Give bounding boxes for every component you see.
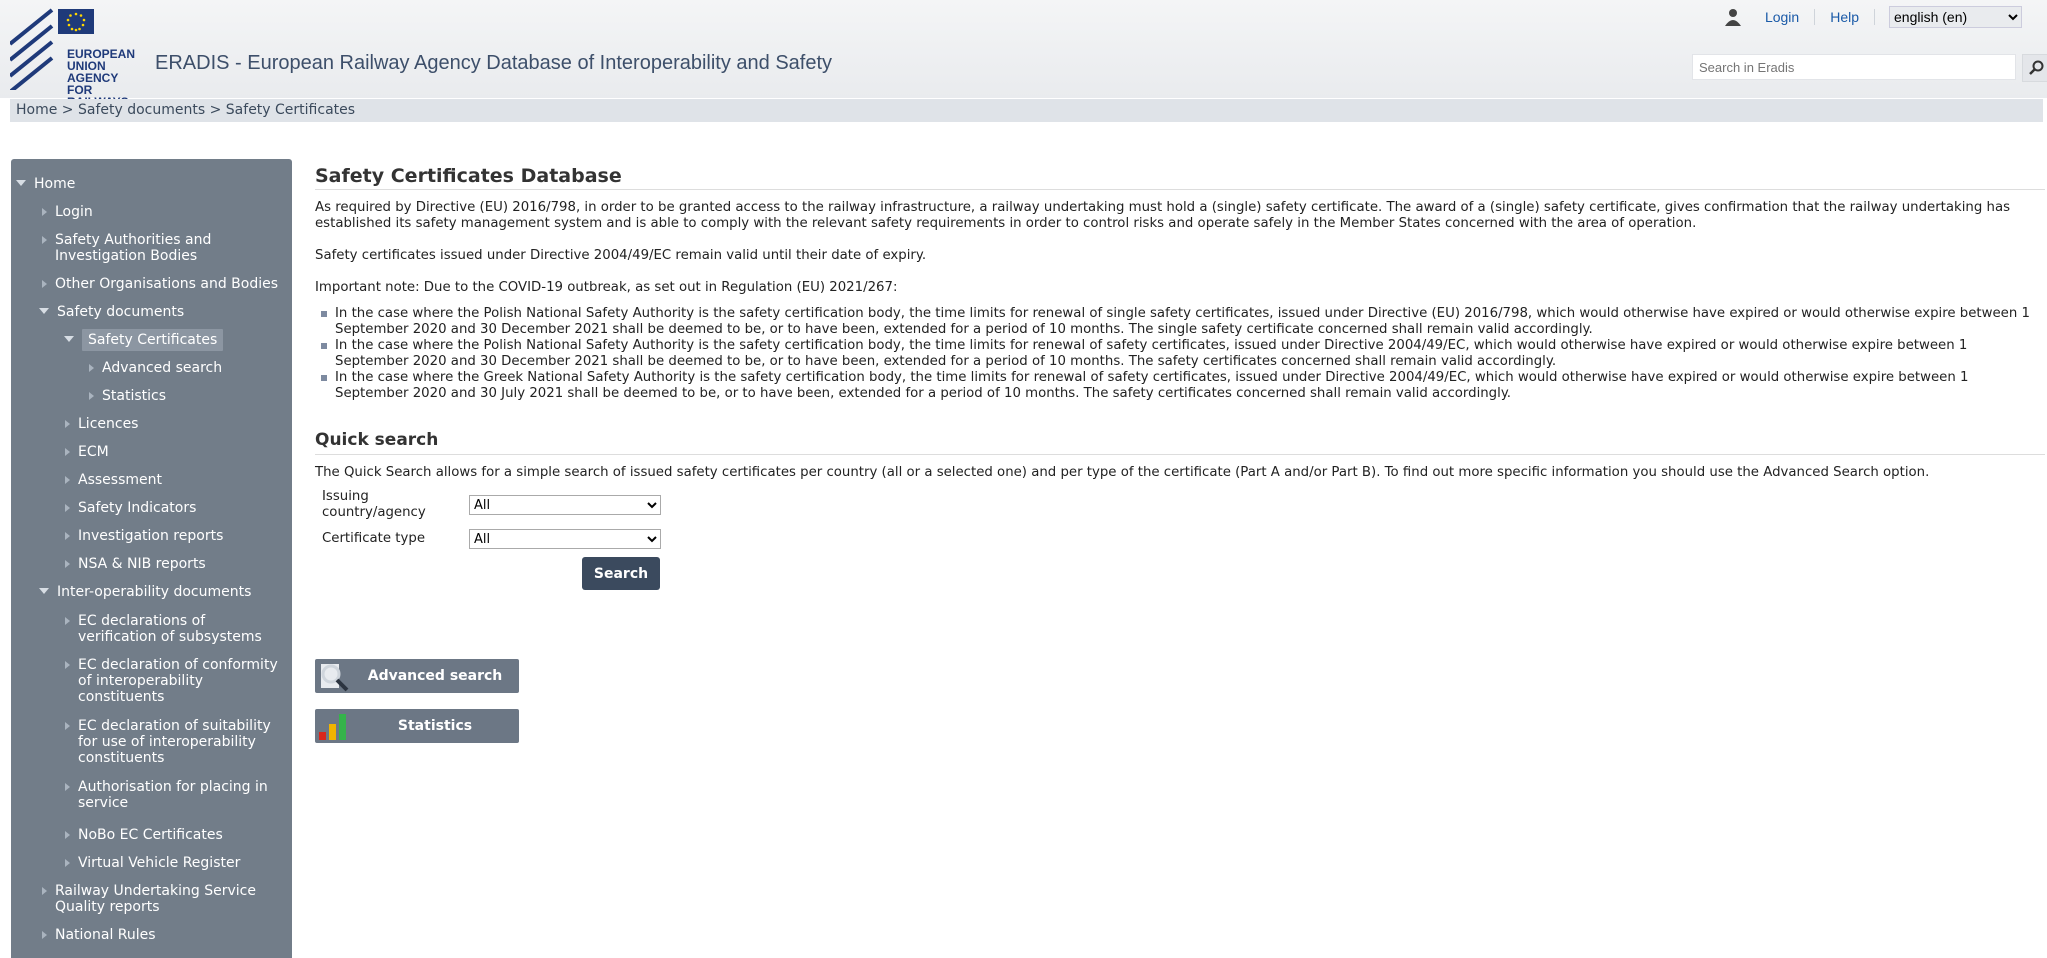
- site-search: [1692, 54, 2047, 82]
- sidebar-item-safety-authorities[interactable]: Safety Authorities and Investigation Bod…: [39, 232, 279, 264]
- breadcrumb-separator: >: [61, 102, 74, 118]
- list-item: In the case where the Polish National Sa…: [315, 306, 2045, 338]
- sidebar-item-nobo-certificates[interactable]: NoBo EC Certificates: [62, 827, 223, 843]
- collapse-arrow-icon: [65, 420, 70, 428]
- expand-arrow-icon: [39, 588, 49, 594]
- collapse-arrow-icon: [89, 364, 94, 372]
- help-link[interactable]: Help: [1815, 9, 1875, 25]
- sidebar-item-home[interactable]: Home: [16, 176, 75, 192]
- country-label: Issuing country/agency: [322, 489, 426, 520]
- collapse-arrow-icon: [42, 887, 47, 895]
- collapse-arrow-icon: [65, 831, 70, 839]
- sidebar-item-ec-conformity[interactable]: EC declaration of conformity of interope…: [62, 657, 287, 705]
- collapse-arrow-icon: [65, 859, 70, 867]
- collapse-arrow-icon: [42, 208, 47, 216]
- sidebar-item-licences[interactable]: Licences: [62, 416, 138, 432]
- statistics-button[interactable]: Statistics: [315, 709, 519, 743]
- collapse-arrow-icon: [65, 532, 70, 540]
- search-icon: [2029, 60, 2044, 75]
- main-content: Safety Certificates Database As required…: [315, 165, 2045, 590]
- sidebar-item-statistics[interactable]: Statistics: [86, 388, 166, 404]
- search-button[interactable]: [2022, 54, 2047, 82]
- collapse-arrow-icon: [65, 560, 70, 568]
- language-select[interactable]: english (en): [1889, 6, 2022, 28]
- sidebar-item-assessment[interactable]: Assessment: [62, 472, 162, 488]
- sidebar-item-ec-verification[interactable]: EC declarations of verification of subsy…: [62, 613, 287, 645]
- advanced-search-button[interactable]: Advanced search: [315, 659, 519, 693]
- sidebar-item-safety-documents[interactable]: Safety documents: [39, 304, 184, 320]
- login-link[interactable]: Login: [1750, 9, 1816, 25]
- sidebar-item-national-rules[interactable]: National Rules: [39, 927, 156, 943]
- expand-arrow-icon: [64, 336, 74, 342]
- type-row: Certificate type All: [315, 529, 2045, 549]
- collapse-arrow-icon: [65, 504, 70, 512]
- bar-chart-icon: [315, 709, 351, 743]
- collapse-arrow-icon: [65, 783, 70, 791]
- important-note: Important note: Due to the COVID-19 outb…: [315, 280, 898, 295]
- magnifier-icon: [315, 659, 351, 693]
- expand-arrow-icon: [16, 180, 26, 186]
- sidebar-item-other-organisations[interactable]: Other Organisations and Bodies: [39, 276, 278, 292]
- sidebar-item-authorisation[interactable]: Authorisation for placing in service: [62, 779, 287, 811]
- sidebar-item-ec-suitability[interactable]: EC declaration of suitability for use of…: [62, 718, 287, 766]
- country-select[interactable]: All: [469, 495, 661, 515]
- search-input[interactable]: [1692, 54, 2016, 80]
- sidebar-item-ecm[interactable]: ECM: [62, 444, 109, 460]
- breadcrumb-separator: >: [209, 102, 222, 118]
- covid-notes-list: In the case where the Polish National Sa…: [315, 306, 2045, 402]
- collapse-arrow-icon: [65, 722, 70, 730]
- sidebar-nav: Home Login Safety Authorities and Invest…: [11, 159, 292, 958]
- collapse-arrow-icon: [42, 280, 47, 288]
- validity-note: Safety certificates issued under Directi…: [315, 248, 927, 263]
- top-links: Login Help english (en): [1724, 6, 2022, 28]
- sidebar-item-advanced-search[interactable]: Advanced search: [86, 360, 222, 376]
- breadcrumb-home[interactable]: Home: [16, 102, 57, 118]
- expand-arrow-icon: [39, 308, 49, 314]
- collapse-arrow-icon: [65, 448, 70, 456]
- collapse-arrow-icon: [89, 392, 94, 400]
- collapse-arrow-icon: [65, 476, 70, 484]
- quick-search-description: The Quick Search allows for a simple sea…: [315, 465, 1930, 480]
- sidebar-item-nsa-nib-reports[interactable]: NSA & NIB reports: [62, 556, 206, 572]
- collapse-arrow-icon: [42, 236, 47, 244]
- sidebar-item-virtual-vehicle-register[interactable]: Virtual Vehicle Register: [62, 855, 240, 871]
- header: EUROPEAN UNION AGENCY FOR RAILWAYS ERADI…: [0, 0, 2047, 108]
- site-title: ERADIS - European Railway Agency Databas…: [155, 52, 833, 74]
- breadcrumb: Home > Safety documents > Safety Certifi…: [10, 99, 2043, 122]
- sidebar-item-investigation-reports[interactable]: Investigation reports: [62, 528, 223, 544]
- era-logo[interactable]: EUROPEAN UNION AGENCY FOR RAILWAYS: [8, 8, 145, 108]
- sidebar-item-safety-certificates[interactable]: Safety Certificates: [64, 329, 224, 351]
- collapse-arrow-icon: [42, 931, 47, 939]
- collapse-arrow-icon: [65, 661, 70, 669]
- sidebar-item-login[interactable]: Login: [39, 204, 93, 220]
- quick-search-title: Quick search: [315, 430, 2045, 455]
- intro-text: As required by Directive (EU) 2016/798, …: [315, 200, 2011, 231]
- sidebar-item-ru-service-quality[interactable]: Railway Undertaking Service Quality repo…: [39, 883, 279, 915]
- certificate-type-select[interactable]: All: [469, 529, 661, 549]
- breadcrumb-safety-documents[interactable]: Safety documents: [78, 102, 205, 118]
- quick-search-button[interactable]: Search: [582, 557, 660, 590]
- sidebar-item-interoperability-documents[interactable]: Inter-operability documents: [39, 584, 251, 600]
- list-item: In the case where the Polish National Sa…: [315, 338, 2045, 370]
- sidebar-item-safety-indicators[interactable]: Safety Indicators: [62, 500, 196, 516]
- breadcrumb-current: Safety Certificates: [225, 102, 356, 118]
- list-item: In the case where the Greek National Saf…: [315, 370, 2045, 402]
- collapse-arrow-icon: [65, 617, 70, 625]
- country-row: Issuing country/agency All: [315, 489, 2045, 521]
- user-icon: [1724, 8, 1742, 26]
- type-label: Certificate type: [322, 531, 425, 546]
- page-title: Safety Certificates Database: [315, 165, 2045, 190]
